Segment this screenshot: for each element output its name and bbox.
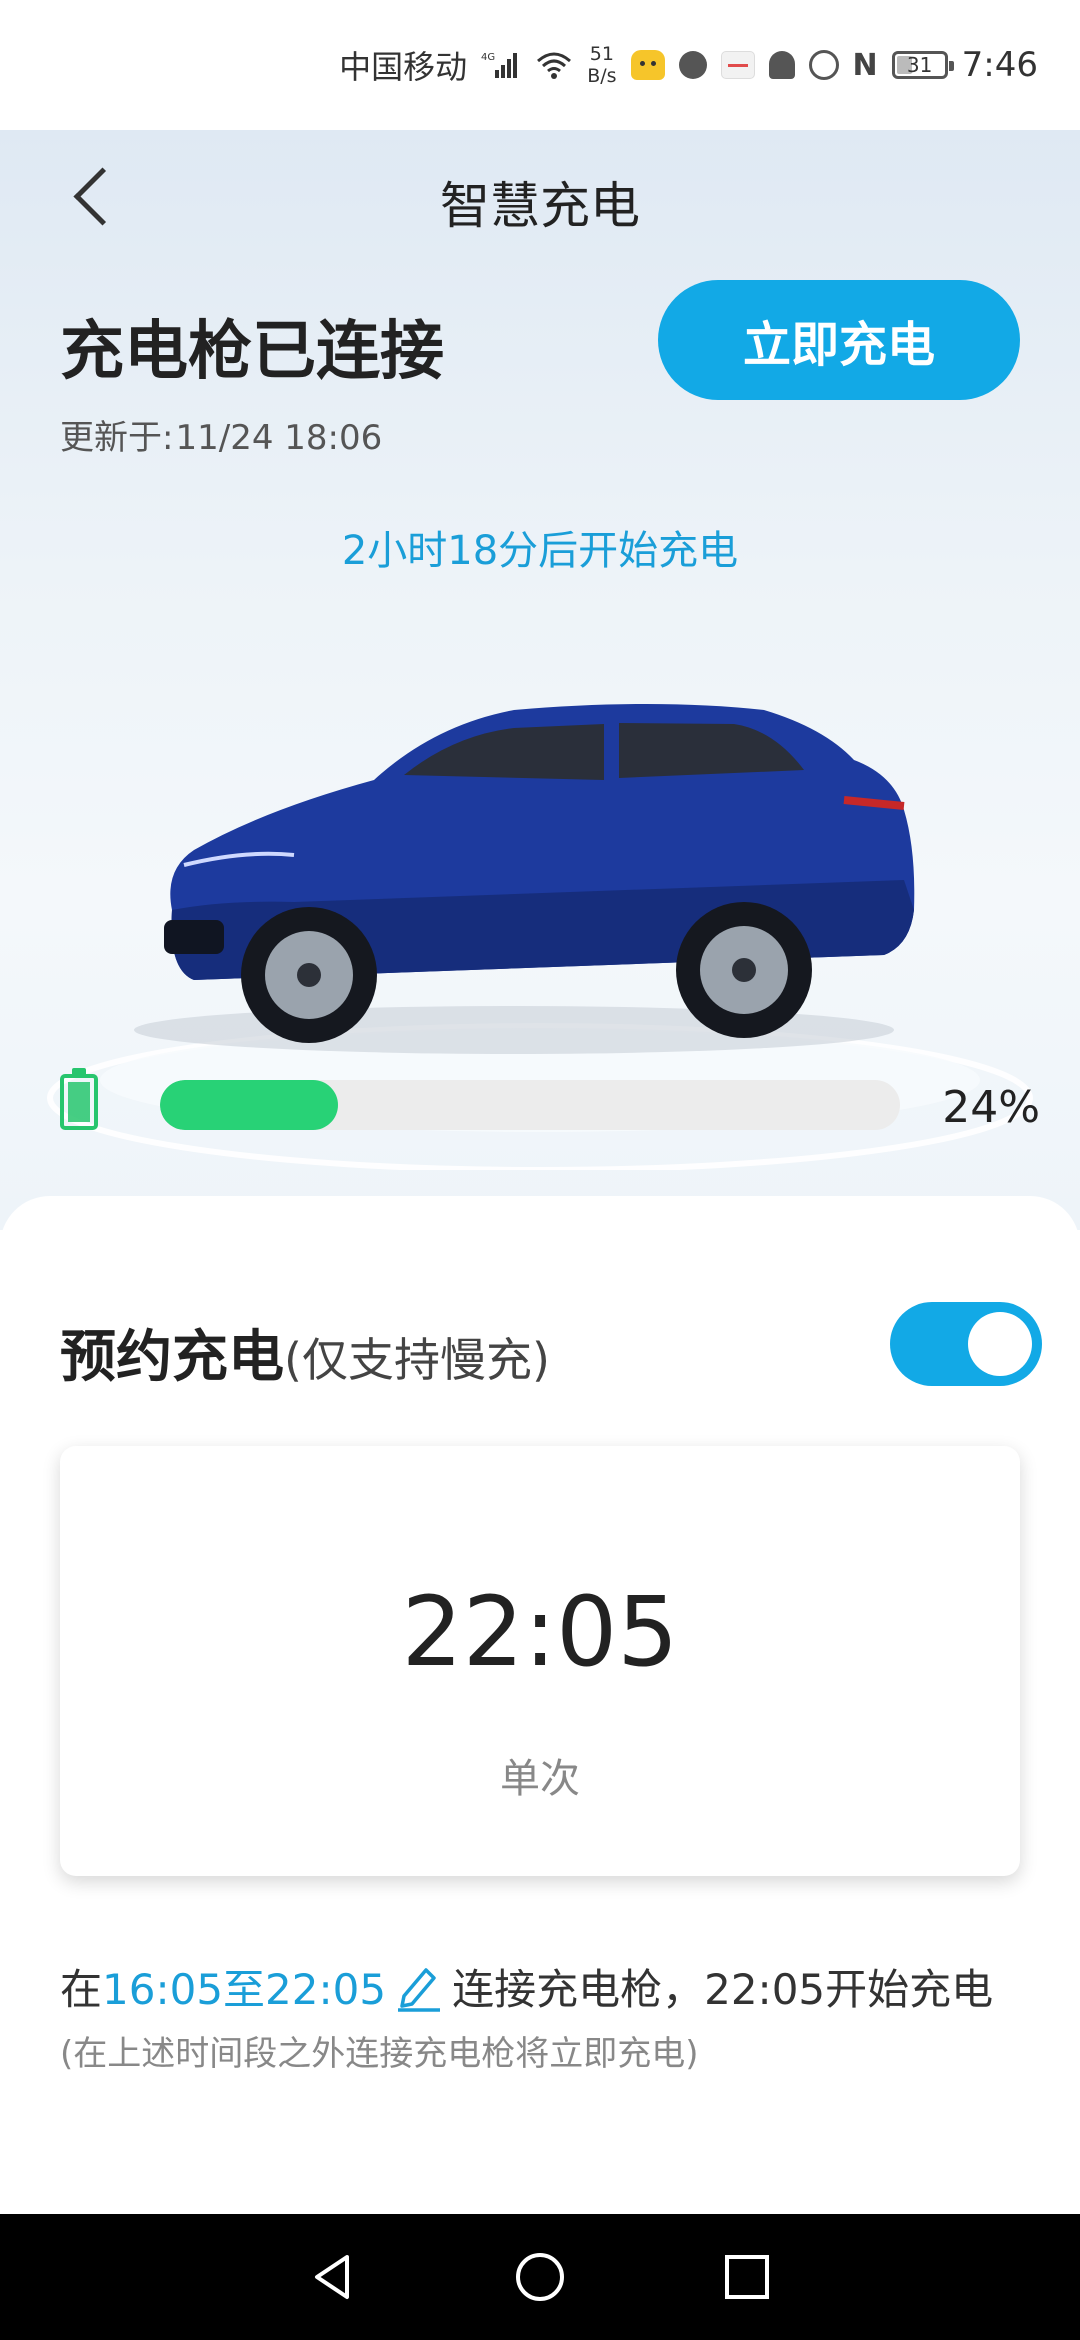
battery-indicator: 31	[891, 51, 954, 79]
connection-status-title: 充电枪已连接	[60, 315, 444, 389]
window-suffix: 连接充电枪，22:05开始充电	[452, 1965, 994, 2014]
wifi-icon	[535, 50, 573, 80]
battery-progress-fill	[160, 1080, 338, 1130]
battery-level-row: 24%	[60, 1068, 1040, 1148]
toggle-knob	[968, 1312, 1032, 1376]
qq-icon	[768, 51, 795, 79]
hand-icon	[808, 50, 839, 80]
app-notification-icon	[630, 50, 665, 80]
schedule-title: 预约充电(仅支持慢充)	[60, 1312, 550, 1393]
charge-now-button[interactable]: 立即充电	[658, 280, 1020, 400]
network-type-label: 4G	[481, 52, 495, 63]
nav-recent-apps-icon[interactable]	[717, 2247, 777, 2307]
net-speed-unit: B/s	[587, 65, 617, 87]
net-speed: 51 B/s	[587, 43, 616, 87]
status-bar: 中国移动 4G 51 B/s N 31 7:46	[0, 0, 1080, 130]
schedule-toggle[interactable]	[890, 1302, 1042, 1386]
window-prefix: 在	[60, 1965, 103, 2014]
charge-countdown: 2小时18分后开始充电	[341, 528, 739, 574]
window-range[interactable]: 16:05至22:05	[102, 1956, 386, 2017]
schedule-subtitle: (仅支持慢充)	[284, 1333, 550, 1387]
clock: 7:46	[961, 45, 1038, 85]
edit-icon[interactable]	[392, 1960, 446, 2014]
cellular-signal-icon: 4G	[481, 50, 521, 80]
carrier-label: 中国移动	[339, 48, 468, 86]
battery-percent-label: 24%	[942, 1082, 1040, 1133]
nfc-icon: N	[852, 47, 878, 83]
charging-window-text: 在 16:05至22:05 连接充电枪，22:05开始充电	[60, 1956, 993, 2017]
nav-back-icon[interactable]	[303, 2247, 363, 2307]
net-speed-value: 51	[589, 43, 614, 65]
page-title: 智慧充电	[440, 177, 640, 235]
nav-bar-top: 智慧充电	[0, 130, 1080, 266]
system-nav-bar	[0, 2214, 1080, 2340]
schedule-time-card[interactable]: 22:05 单次	[60, 1446, 1020, 1876]
app-notification-icon	[720, 51, 755, 79]
battery-icon	[60, 1068, 98, 1130]
schedule-panel: 预约充电(仅支持慢充) 22:05 单次 在 16:05至22:05 连接充电枪…	[0, 1196, 1080, 2214]
updated-label: 更新于:	[60, 418, 174, 458]
updated-time: 11/24 18:06	[175, 418, 383, 458]
schedule-start-time: 22:05	[401, 1576, 679, 1688]
battery-level: 31	[906, 53, 933, 77]
nav-home-icon[interactable]	[510, 2247, 570, 2307]
schedule-title-text: 预约充电	[60, 1325, 284, 1390]
schedule-note: (在上述时间段之外连接充电枪将立即充电)	[60, 2034, 699, 2074]
charging-header-area: 智慧充电 充电枪已连接 更新于:11/24 18:06 立即充电 2小时18分后…	[0, 130, 1080, 1230]
battery-progress-bar	[160, 1080, 900, 1130]
schedule-repeat: 单次	[500, 1756, 580, 1802]
update-timestamp: 更新于:11/24 18:06	[60, 410, 382, 459]
voice-assistant-icon	[678, 51, 707, 79]
